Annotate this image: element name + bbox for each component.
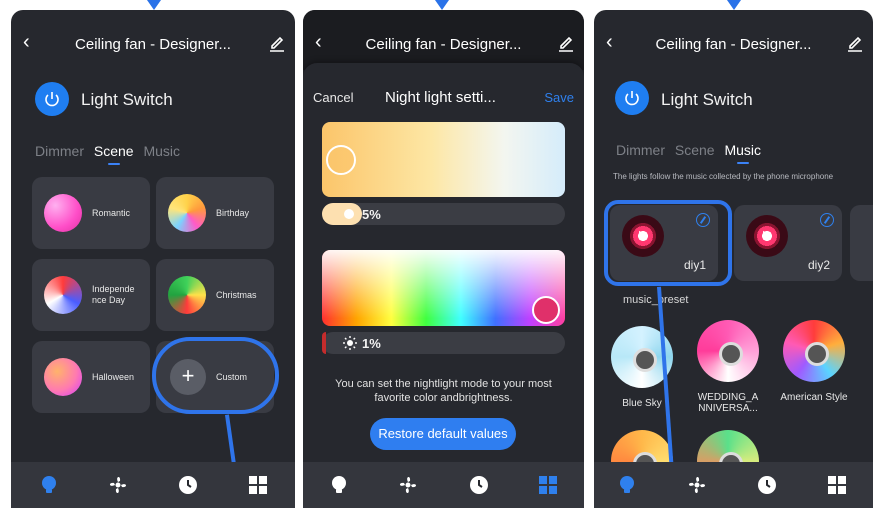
christmas-swatch (168, 276, 206, 314)
light-switch-label: Light Switch (661, 90, 753, 109)
grid-icon[interactable] (826, 474, 848, 496)
white-brightness-value: 5% (362, 207, 381, 222)
scene-label: Romantic (92, 207, 131, 218)
chevron-left-icon[interactable]: ‹ (606, 32, 622, 52)
page-title: Ceiling fan - Designer... (365, 36, 522, 53)
preset-disc-wedding[interactable] (697, 320, 759, 382)
diy-label: diy2 (807, 258, 830, 272)
dimmed-header: ‹ Ceiling fan - Designer... (303, 10, 584, 70)
scene-card-romantic[interactable]: Romantic (32, 177, 150, 249)
fan-icon[interactable] (397, 474, 419, 496)
power-button[interactable] (35, 82, 69, 116)
scene-card-birthday[interactable]: Birthday (156, 177, 274, 249)
scene-card-halloween[interactable]: Halloween (32, 341, 150, 413)
power-button[interactable] (615, 81, 649, 115)
white-palette-knob[interactable] (326, 145, 356, 175)
cancel-button[interactable]: Cancel (313, 90, 353, 105)
romantic-swatch (44, 194, 82, 232)
power-icon (625, 91, 639, 106)
white-brightness-slider[interactable]: 5% (322, 203, 565, 225)
edit-icon[interactable] (820, 213, 834, 227)
power-icon (45, 92, 59, 107)
slider-fill (322, 203, 362, 225)
vinyl-icon (746, 215, 788, 257)
tab-scene[interactable]: Scene (675, 142, 715, 158)
phone-scene-screen: ‹ Ceiling fan - Designer... Light Switch… (11, 10, 295, 508)
fan-icon[interactable] (686, 474, 708, 496)
tab-music[interactable]: Music (724, 142, 761, 164)
page-title: Ceiling fan - Designer... (75, 36, 231, 53)
callout-arrow-tip (435, 0, 449, 10)
page-title: Ceiling fan - Designer... (655, 36, 812, 53)
diy-card-3-partial[interactable] (850, 205, 873, 281)
scene-label: Christmas (216, 289, 257, 300)
pencil-icon[interactable] (558, 34, 574, 52)
tab-dimmer[interactable]: Dimmer (35, 143, 84, 159)
slider-handle[interactable] (344, 209, 354, 219)
scene-card-christmas[interactable]: Christmas (156, 259, 274, 331)
bulb-icon[interactable] (616, 474, 638, 496)
callout-arrow-tip (727, 0, 741, 10)
bottom-nav (11, 462, 295, 508)
save-button[interactable]: Save (544, 90, 574, 105)
scene-label: Birthday (216, 207, 250, 218)
grid-icon[interactable] (247, 474, 269, 496)
preset-label: American Style (780, 392, 848, 403)
scene-label: Independe nce Day (92, 284, 135, 305)
phone-night-light-screen: ‹ Ceiling fan - Designer... Cancel Night… (303, 10, 584, 508)
top-bar: ‹ Ceiling fan - Designer... (11, 10, 295, 66)
grid-icon[interactable] (537, 474, 559, 496)
highlight-ring (152, 337, 279, 414)
mode-tabs: Dimmer Scene Music (35, 143, 186, 165)
slider-fill (322, 332, 326, 354)
clock-icon[interactable] (468, 474, 490, 496)
tab-scene[interactable]: Scene (94, 143, 134, 165)
callout-arrow-tip (147, 0, 161, 10)
phone-music-screen: ‹ Ceiling fan - Designer... Light Switch… (594, 10, 873, 508)
diy-card-2[interactable]: diy2 (734, 205, 842, 281)
preset-disc-american-style[interactable] (783, 320, 845, 382)
color-brightness-slider[interactable]: 1% (322, 332, 565, 354)
mode-tabs: Dimmer Scene Music (616, 142, 767, 164)
top-bar: ‹ Ceiling fan - Designer... (594, 10, 873, 66)
highlight-ring (604, 200, 732, 286)
independence-day-swatch (44, 276, 82, 314)
music-preset-label: music_preset (623, 294, 689, 306)
tab-dimmer[interactable]: Dimmer (616, 142, 665, 158)
bulb-icon[interactable] (38, 474, 60, 496)
tab-music[interactable]: Music (143, 143, 180, 159)
bottom-nav (303, 462, 584, 508)
scene-label: Halloween (92, 371, 135, 382)
chevron-left-icon[interactable]: ‹ (315, 32, 331, 52)
color-palette-knob[interactable] (532, 296, 560, 324)
bulb-icon[interactable] (328, 474, 350, 496)
white-temperature-palette[interactable] (322, 122, 565, 197)
bottom-nav (594, 462, 873, 508)
scene-card-independence-day[interactable]: Independe nce Day (32, 259, 150, 331)
fan-icon[interactable] (107, 474, 129, 496)
restore-defaults-button[interactable]: Restore default values (370, 418, 516, 450)
pencil-icon[interactable] (269, 34, 285, 52)
color-brightness-value: 1% (362, 336, 381, 351)
sun-icon (343, 336, 357, 350)
clock-icon[interactable] (756, 474, 778, 496)
night-light-hint: You can set the nightlight mode to your … (335, 378, 552, 404)
sheet-title: Night light setti... (385, 89, 496, 106)
preset-label: Blue Sky (622, 398, 662, 409)
chevron-left-icon[interactable]: ‹ (23, 32, 39, 52)
music-description: The lights follow the music collected by… (613, 172, 834, 181)
light-switch-label: Light Switch (81, 90, 173, 109)
color-palette[interactable] (322, 250, 565, 326)
pencil-icon[interactable] (847, 34, 863, 52)
clock-icon[interactable] (177, 474, 199, 496)
halloween-swatch (44, 358, 82, 396)
birthday-swatch (168, 194, 206, 232)
preset-label: WEDDING_A NNIVERSA... (697, 392, 759, 414)
